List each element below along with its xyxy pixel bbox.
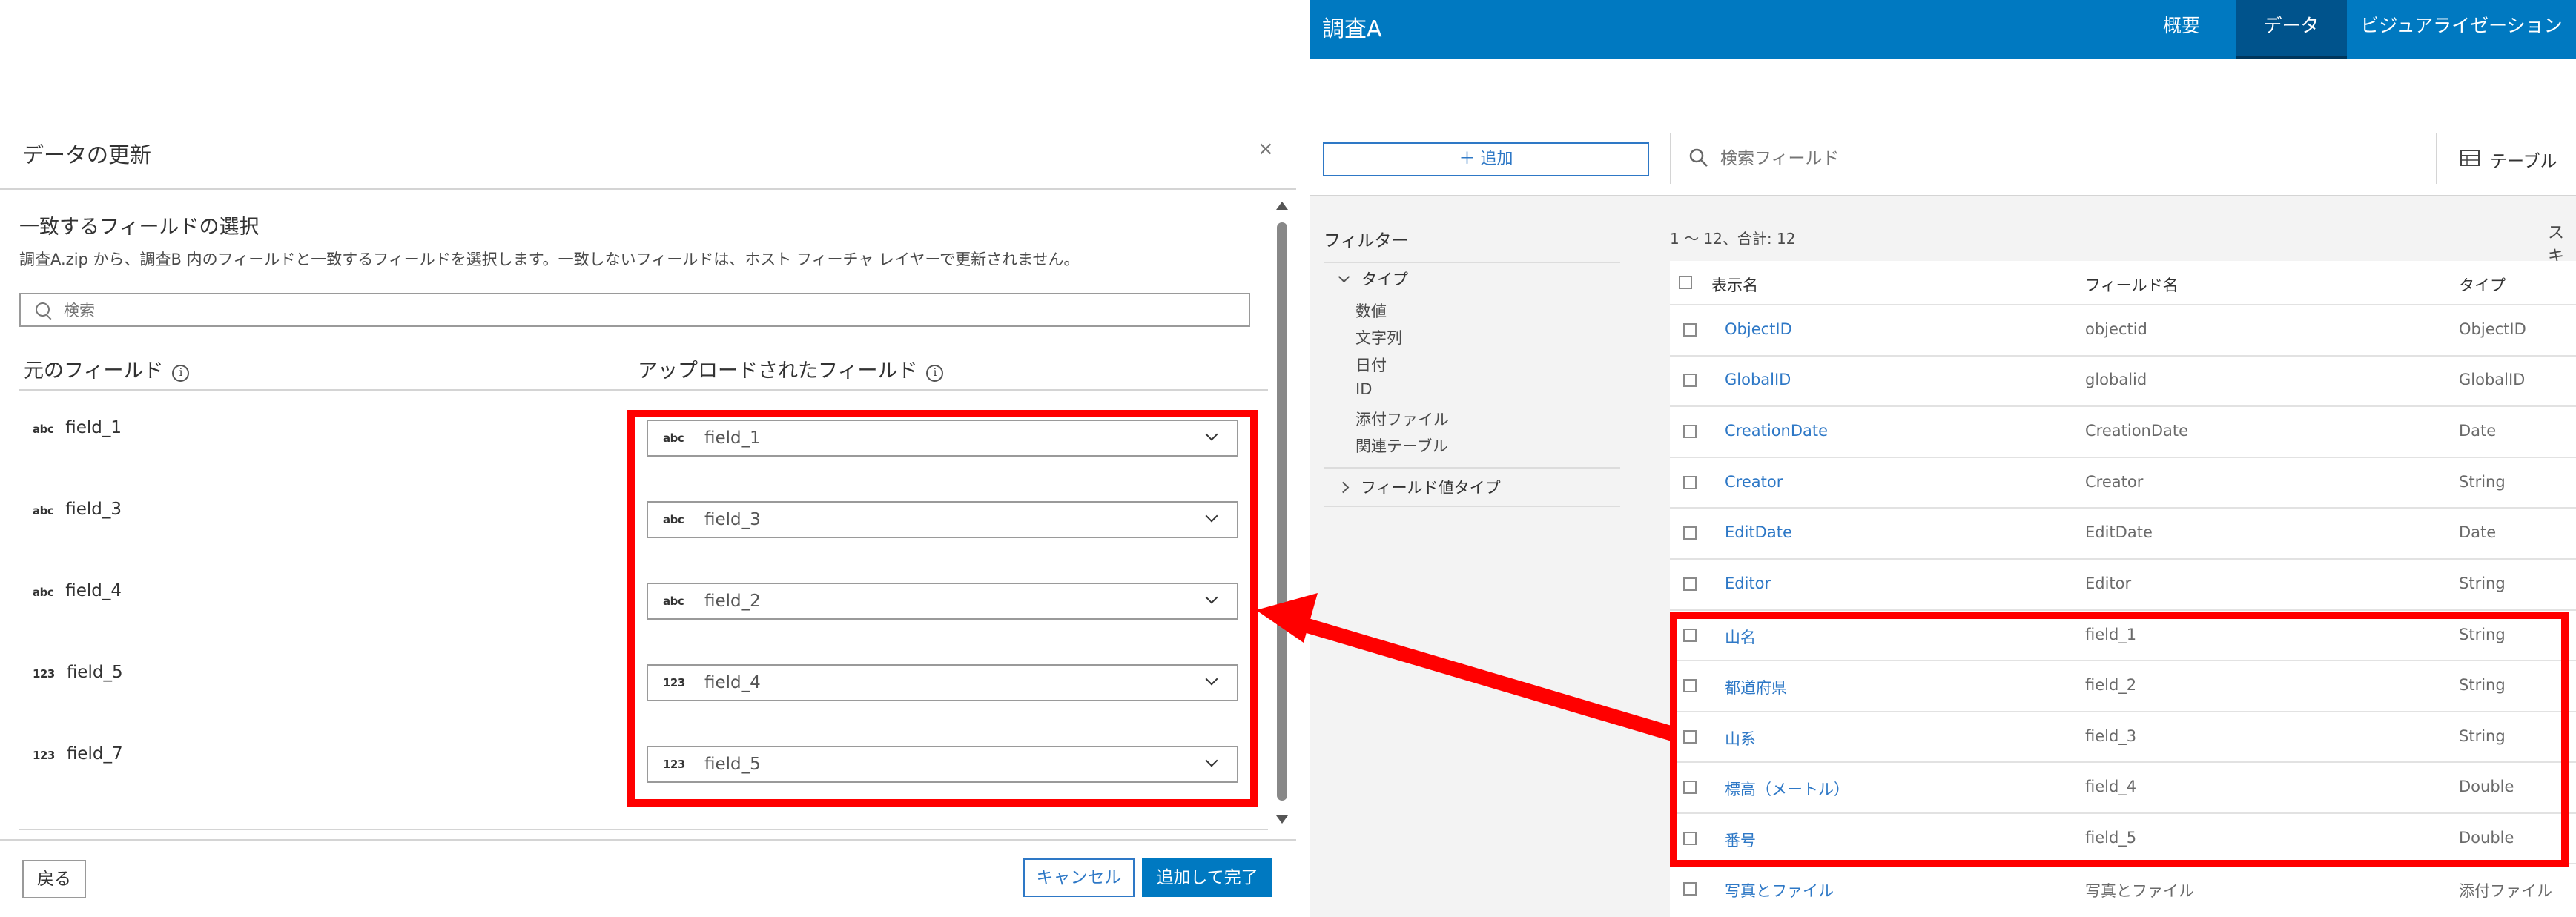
annotation-arrow: [1256, 593, 1675, 741]
